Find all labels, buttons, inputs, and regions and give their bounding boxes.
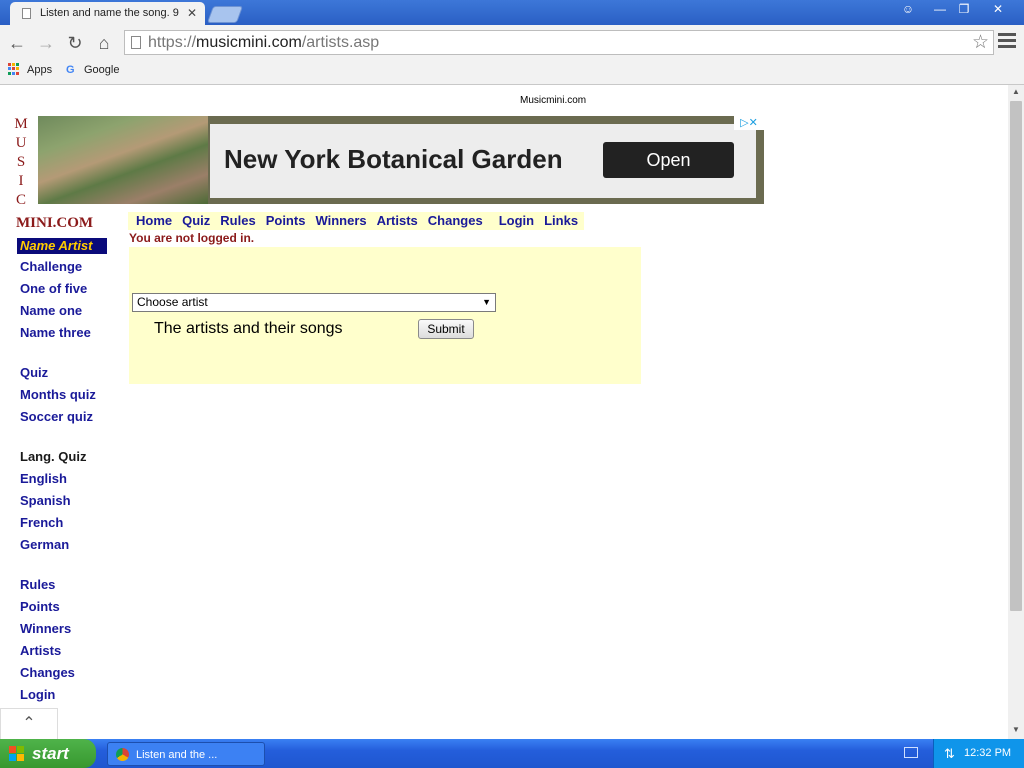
url-domain: musicmini.com [196, 34, 302, 51]
close-window-button[interactable]: ✕ [987, 1, 1009, 18]
minimize-button[interactable]: — [929, 1, 951, 18]
submit-button[interactable]: Submit [418, 319, 474, 339]
collapse-chevron-up-icon[interactable]: ⌃ [0, 708, 58, 739]
topnav-home[interactable]: Home [136, 212, 172, 230]
leftnav-english[interactable]: English [20, 471, 67, 486]
topnav-rules[interactable]: Rules [220, 212, 255, 230]
site-logo-mini[interactable]: MINI.COM [16, 215, 93, 232]
tab-title: Listen and name the song. 9 [40, 7, 179, 19]
leftnav-challenge[interactable]: Challenge [20, 259, 82, 274]
login-status: You are not logged in. [129, 231, 255, 245]
topnav-changes[interactable]: Changes [428, 212, 483, 230]
page-viewport: Musicmini.com M U S I C MINI.COM New Yor… [0, 85, 1008, 739]
leftnav-months-quiz[interactable]: Months quiz [20, 387, 96, 402]
chevron-down-icon: ▼ [482, 297, 491, 307]
leftnav-spanish[interactable]: Spanish [20, 493, 71, 508]
windows-taskbar: start Listen and the ... ⇅ 12:32 PM [0, 739, 1024, 768]
leftnav-name-three[interactable]: Name three [20, 325, 91, 340]
bookmark-star-icon[interactable]: ☆ [972, 31, 989, 54]
bookmark-google[interactable]: Google [84, 64, 119, 76]
ad-banner[interactable]: New York Botanical Garden Open ▷✕ [38, 116, 764, 204]
forward-arrow-icon[interactable]: → [35, 32, 57, 54]
adchoices-close-icon[interactable]: ▷✕ [734, 116, 764, 130]
leftnav-rules[interactable]: Rules [20, 577, 55, 592]
topnav-login[interactable]: Login [499, 212, 534, 230]
start-button[interactable]: start [0, 739, 96, 768]
bookmarks-bar: Apps G Google [0, 60, 1024, 85]
logo-letter: M [14, 116, 28, 132]
leftnav-changes[interactable]: Changes [20, 665, 75, 680]
scroll-down-icon[interactable]: ▼ [1012, 725, 1020, 734]
logo-letter: U [15, 135, 27, 151]
tab-close-icon[interactable]: ✕ [187, 2, 197, 25]
browser-tab[interactable]: Listen and name the song. 9 ✕ [10, 2, 205, 25]
top-navigation: Home Quiz Rules Points Winners Artists C… [128, 212, 585, 230]
ad-panel[interactable]: New York Botanical Garden Open [210, 124, 756, 198]
url-scheme: https:// [148, 34, 197, 51]
leftnav-name-artist[interactable]: Name Artist [17, 238, 107, 254]
vertical-scrollbar[interactable]: ▲ ▼ [1008, 85, 1024, 739]
topnav-quiz[interactable]: Quiz [182, 212, 210, 230]
leftnav-winners[interactable]: Winners [20, 621, 71, 636]
taskbar-item-label: Listen and the ... [136, 749, 218, 761]
address-bar[interactable]: https://musicmini.com/artists.asp ☆ [124, 30, 994, 55]
page-icon [131, 36, 141, 49]
home-icon[interactable]: ⌂ [93, 32, 115, 54]
windows-logo-icon [9, 746, 25, 762]
artist-select-value: Choose artist [137, 295, 208, 309]
leftnav-french[interactable]: French [20, 515, 63, 530]
ad-garden-photo[interactable] [38, 116, 208, 204]
topnav-points[interactable]: Points [266, 212, 306, 230]
page-favicon-icon [22, 8, 31, 19]
system-tray: ⇅ 12:32 PM [933, 739, 1024, 768]
leftnav-lang-quiz-heading: Lang. Quiz [20, 449, 87, 464]
topnav-artists[interactable]: Artists [377, 212, 418, 230]
leftnav-one-of-five[interactable]: One of five [20, 281, 87, 296]
leftnav-quiz[interactable]: Quiz [20, 365, 48, 380]
artist-form-panel [129, 247, 641, 384]
clock[interactable]: 12:32 PM [964, 739, 1011, 768]
url-path: /artists.asp [301, 34, 380, 51]
leftnav-login[interactable]: Login [20, 687, 55, 702]
keyboard-icon[interactable] [904, 747, 918, 758]
topnav-links[interactable]: Links [544, 212, 578, 230]
restore-button[interactable]: ❐ [953, 1, 975, 18]
url-text: https://musicmini.com/artists.asp [148, 34, 379, 52]
logo-letter: C [15, 192, 26, 208]
topnav-winners[interactable]: Winners [315, 212, 366, 230]
ad-headline[interactable]: New York Botanical Garden [224, 144, 563, 175]
leftnav-soccer-quiz[interactable]: Soccer quiz [20, 409, 93, 424]
scroll-up-icon[interactable]: ▲ [1012, 87, 1020, 96]
apps-grid-icon[interactable] [8, 63, 20, 75]
browser-tab-strip: Listen and name the song. 9 ✕ ☺ — ❐ ✕ [0, 0, 1024, 25]
ad-open-button[interactable]: Open [603, 142, 734, 178]
leftnav-points[interactable]: Points [20, 599, 60, 614]
songs-label: The artists and their songs [154, 320, 343, 337]
logo-letter: S [16, 154, 26, 170]
leftnav-name-one[interactable]: Name one [20, 303, 82, 318]
logo-letter: I [18, 173, 24, 189]
scrollbar-thumb[interactable] [1010, 101, 1022, 611]
chrome-menu-icon[interactable] [998, 33, 1016, 51]
network-icon[interactable]: ⇅ [944, 739, 955, 768]
site-header-text: Musicmini.com [520, 95, 587, 106]
taskbar-chrome-window[interactable]: Listen and the ... [107, 742, 265, 766]
leftnav-german[interactable]: German [20, 537, 69, 552]
chrome-icon [116, 748, 129, 761]
new-tab-button[interactable] [206, 6, 244, 23]
back-arrow-icon[interactable]: ← [6, 32, 28, 54]
google-icon: G [66, 64, 75, 76]
leftnav-artists[interactable]: Artists [20, 643, 61, 658]
profile-icon[interactable]: ☺ [897, 1, 919, 18]
artist-select[interactable]: Choose artist ▼ [132, 293, 496, 312]
bookmark-apps[interactable]: Apps [27, 64, 52, 76]
start-label: start [32, 744, 69, 763]
site-logo[interactable]: M U S I C [13, 115, 29, 210]
reload-icon[interactable]: ↻ [64, 32, 86, 54]
